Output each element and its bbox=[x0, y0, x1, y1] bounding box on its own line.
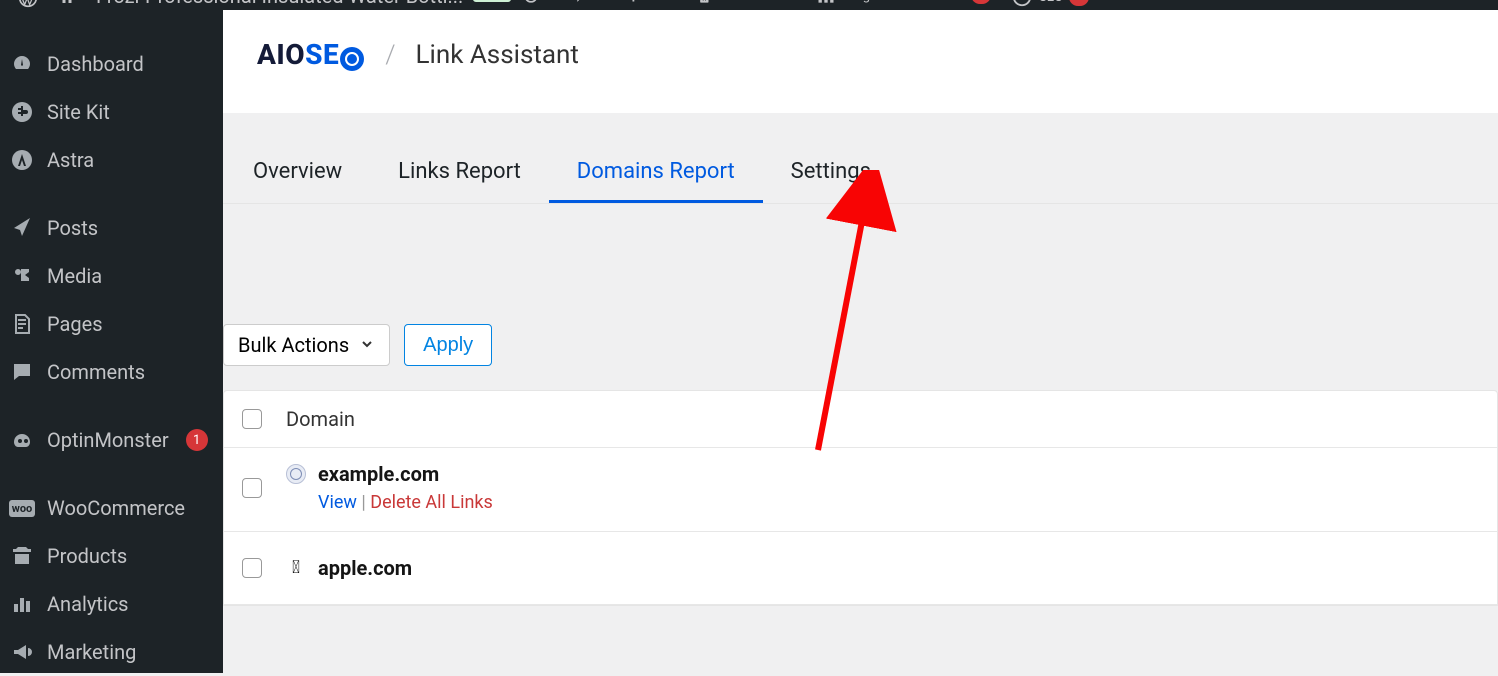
table-row: example.com View | Delete All Links bbox=[224, 448, 1497, 532]
updates-icon[interactable]: 2 bbox=[511, 0, 564, 6]
products-icon bbox=[10, 544, 34, 568]
sitekit-icon bbox=[10, 100, 34, 124]
wp-admin-bar: Frozi-Professional Insulated Water Bottl… bbox=[0, 0, 1498, 10]
sidebar-item-label: Products bbox=[47, 544, 127, 568]
admin-sidebar: Dashboard Site Kit Astra Posts Media Pag… bbox=[0, 10, 223, 673]
sidebar-item-analytics[interactable]: Analytics bbox=[0, 580, 223, 628]
sidebar-item-label: Astra bbox=[47, 148, 94, 172]
row-checkbox[interactable] bbox=[242, 558, 262, 578]
tab-overview[interactable]: Overview bbox=[225, 145, 370, 203]
domain-name: example.com bbox=[318, 462, 439, 486]
sidebar-item-products[interactable]: Products bbox=[0, 532, 223, 580]
chevron-down-icon bbox=[359, 333, 375, 357]
tab-settings[interactable]: Settings bbox=[763, 145, 899, 203]
site-title[interactable]: Frozi-Professional Insulated Water Bottl… bbox=[86, 0, 473, 8]
sidebar-item-sitekit[interactable]: Site Kit bbox=[0, 88, 223, 136]
analytics-icon bbox=[10, 592, 34, 616]
content-area: AIOSE / Link Assistant Overview Links Re… bbox=[223, 10, 1498, 673]
view-link[interactable]: View bbox=[318, 492, 357, 513]
row-actions: View | Delete All Links bbox=[318, 486, 1479, 513]
sidebar-item-media[interactable]: Media bbox=[0, 252, 223, 300]
delete-all-links[interactable]: Delete All Links bbox=[370, 492, 493, 513]
sidebar-item-label: Pages bbox=[47, 312, 103, 336]
pages-icon bbox=[10, 312, 34, 336]
new-button[interactable]: +New bbox=[618, 0, 681, 6]
sidebar-item-label: Posts bbox=[47, 216, 98, 240]
astra-icon bbox=[10, 148, 34, 172]
tab-links-report[interactable]: Links Report bbox=[370, 145, 549, 203]
tab-bar: Overview Links Report Domains Report Set… bbox=[223, 113, 1498, 204]
sidebar-item-woocommerce[interactable]: woo WooCommerce bbox=[0, 484, 223, 532]
sidebar-item-label: Analytics bbox=[47, 592, 129, 616]
domains-table: Domain example.com View | Delete All Lin… bbox=[223, 390, 1498, 606]
sidebar-item-marketing[interactable]: Marketing bbox=[0, 628, 223, 676]
bulk-actions-bar: Bulk Actions Apply bbox=[223, 204, 1498, 390]
media-icon bbox=[10, 264, 34, 288]
gear-icon bbox=[340, 47, 364, 71]
woocommerce-icon: woo bbox=[10, 496, 34, 520]
page-header: AIOSE / Link Assistant bbox=[223, 10, 1498, 113]
domain-name: apple.com bbox=[318, 556, 412, 580]
posts-icon bbox=[10, 216, 34, 240]
sidebar-badge: 1 bbox=[186, 429, 208, 451]
sidebar-item-label: WooCommerce bbox=[47, 496, 185, 520]
sidebar-item-astra[interactable]: Astra bbox=[0, 136, 223, 184]
sidebar-item-label: OptinMonster bbox=[47, 428, 169, 452]
sidebar-item-optinmonster[interactable]: OptinMonster 1 bbox=[0, 416, 223, 464]
page-title: Link Assistant bbox=[416, 40, 579, 70]
seo[interactable]: SEO1 bbox=[1001, 0, 1099, 8]
home-icon[interactable] bbox=[48, 0, 86, 6]
comments-icon[interactable]: 0 bbox=[564, 0, 617, 6]
tab-domains-report[interactable]: Domains Report bbox=[549, 145, 763, 203]
column-domain: Domain bbox=[286, 407, 355, 431]
aioseo-logo: AIOSE bbox=[257, 38, 365, 71]
comments-icon bbox=[10, 360, 34, 384]
marketing-icon bbox=[10, 640, 34, 664]
select-all-checkbox[interactable] bbox=[242, 409, 262, 429]
table-header-row: Domain bbox=[224, 391, 1497, 448]
translate-site[interactable]: 文ATranslate Site bbox=[681, 0, 806, 6]
sidebar-item-label: Site Kit bbox=[47, 100, 110, 124]
sidebar-item-label: Comments bbox=[47, 360, 145, 384]
apple-icon:  bbox=[286, 558, 306, 578]
live-badge: Live bbox=[473, 0, 511, 2]
dashboard-icon bbox=[10, 52, 34, 76]
insights[interactable]: Insights bbox=[806, 0, 898, 6]
breadcrumb-separator: / bbox=[385, 40, 395, 70]
apply-button[interactable]: Apply bbox=[404, 324, 492, 366]
bulk-actions-select[interactable]: Bulk Actions bbox=[223, 324, 390, 366]
sidebar-item-posts[interactable]: Posts bbox=[0, 204, 223, 252]
sidebar-item-label: Dashboard bbox=[47, 52, 144, 76]
sidebar-item-label: Marketing bbox=[47, 640, 136, 664]
sidebar-item-label: Media bbox=[47, 264, 102, 288]
sidebar-item-comments[interactable]: Comments bbox=[0, 348, 223, 396]
table-row:  apple.com bbox=[224, 532, 1497, 605]
globe-icon bbox=[286, 464, 306, 484]
row-checkbox[interactable] bbox=[242, 478, 262, 498]
sidebar-item-pages[interactable]: Pages bbox=[0, 300, 223, 348]
sidebar-item-dashboard[interactable]: Dashboard bbox=[0, 40, 223, 88]
optinmonster-icon bbox=[10, 428, 34, 452]
wpforms[interactable]: WPForms3 bbox=[898, 0, 1001, 4]
wp-logo[interactable] bbox=[8, 0, 48, 8]
